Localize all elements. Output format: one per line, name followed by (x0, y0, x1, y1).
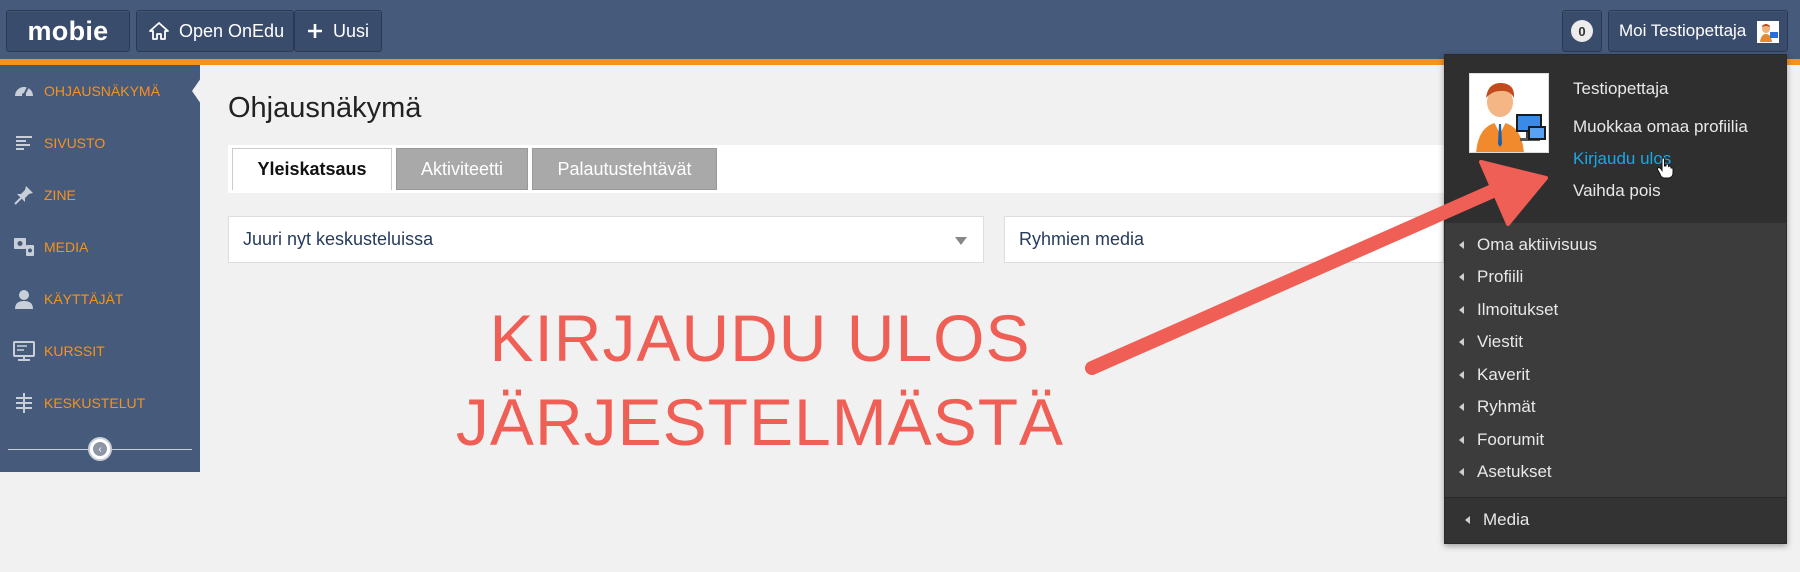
sidebar-item-label: MEDIA (44, 239, 89, 255)
hand-cursor-icon (1656, 157, 1674, 179)
logo[interactable]: mobie (6, 10, 130, 52)
menu-item-label: Foorumit (1477, 430, 1545, 449)
menu-item-viestit[interactable]: Viestit (1459, 332, 1523, 352)
menu-item-label: Profiili (1477, 267, 1524, 286)
sidebar-item-keskustelut[interactable]: KESKUSTELUT (0, 377, 200, 429)
menu-item-profiili[interactable]: Profiili (1459, 267, 1523, 287)
sidebar-item-label: ZINE (44, 187, 76, 203)
caret-left-icon (1465, 516, 1470, 524)
sidebar-item-label: KÄYTTÄJÄT (44, 291, 124, 307)
media-icon (12, 235, 36, 259)
home-icon (149, 21, 169, 41)
caret-left-icon (1459, 273, 1464, 281)
page-title: Ohjausnäkymä (228, 92, 422, 124)
new-label: Uusi (333, 20, 370, 41)
plus-icon (307, 23, 323, 39)
new-button[interactable]: Uusi (294, 10, 382, 52)
panel-group-media[interactable]: Ryhmien media (1004, 216, 1444, 263)
user-dropdown-menu: Testiopettaja Muokkaa omaa profiilia Kir… (1444, 54, 1787, 544)
sidebar-item-kayttajat[interactable]: KÄYTTÄJÄT (0, 273, 200, 325)
dropdown-bottom-section: Media (1445, 498, 1786, 543)
caret-left-icon (1459, 468, 1464, 476)
dropdown-profile-section: Testiopettaja Muokkaa omaa profiilia Kir… (1445, 55, 1786, 223)
caret-left-icon (1459, 436, 1464, 444)
menu-item-ryhmat[interactable]: Ryhmät (1459, 397, 1536, 417)
panel-title: Ryhmien media (1019, 229, 1145, 249)
caret-left-icon (1459, 241, 1464, 249)
annotation-line-2: JÄRJESTELMÄSTÄ (455, 385, 1065, 459)
open-onedu-label: Open OnEdu (179, 20, 285, 41)
user-avatar-small-icon (1757, 21, 1779, 43)
tab-bar: Yleiskatsaus Aktiviteetti Palautustehtäv… (228, 145, 1498, 193)
caret-left-icon (1459, 403, 1464, 411)
switch-user-link[interactable]: Vaihda pois (1573, 181, 1661, 201)
sidebar: OHJAUSNÄKYMÄ SIVUSTO ZINE MEDIA KÄYTTÄJÄ… (0, 65, 201, 472)
menu-item-label: Media (1483, 510, 1530, 529)
menu-item-label: Ilmoitukset (1477, 300, 1559, 319)
menu-item-oma-aktiivisuus[interactable]: Oma aktiivisuus (1459, 235, 1597, 255)
caret-down-icon[interactable] (955, 237, 967, 245)
sidebar-item-zine[interactable]: ZINE (0, 169, 200, 221)
sidebar-item-label: KESKUSTELUT (44, 395, 146, 411)
sidebar-item-ohjausnakyma[interactable]: OHJAUSNÄKYMÄ (0, 65, 201, 117)
user-menu-button[interactable]: Moi Testiopettaja (1608, 10, 1788, 52)
menu-item-label: Ryhmät (1477, 397, 1536, 416)
menu-item-foorumit[interactable]: Foorumit (1459, 430, 1544, 450)
open-onedu-button[interactable]: Open OnEdu (136, 10, 294, 52)
caret-left-icon (1459, 371, 1464, 379)
sidebar-item-kurssit[interactable]: KURSSIT (0, 325, 200, 377)
menu-item-label: Kaverit (1477, 365, 1530, 384)
sidebar-item-sivusto[interactable]: SIVUSTO (0, 117, 200, 169)
site-icon (12, 131, 36, 155)
active-indicator (192, 78, 201, 104)
dashboard-icon (12, 79, 36, 103)
caret-left-icon (1459, 338, 1464, 346)
sidebar-item-media[interactable]: MEDIA (0, 221, 200, 273)
discussion-icon (12, 391, 36, 415)
user-greeting: Moi Testiopettaja (1619, 21, 1747, 40)
sidebar-item-label: OHJAUSNÄKYMÄ (44, 83, 160, 99)
notifications-button[interactable]: 0 (1562, 10, 1602, 52)
notification-count-badge: 0 (1571, 20, 1593, 42)
sidebar-item-label: KURSSIT (44, 343, 105, 359)
annotation-text: KIRJAUDU ULOS JÄRJESTELMÄSTÄ (410, 296, 1110, 464)
edit-profile-link[interactable]: Muokkaa omaa profiilia (1573, 117, 1748, 137)
tab-palautustehtavat[interactable]: Palautustehtävät (532, 148, 717, 190)
sidebar-collapse-button[interactable]: ‹ (88, 437, 112, 461)
annotation-line-1: KIRJAUDU ULOS (489, 301, 1031, 375)
avatar[interactable] (1469, 73, 1549, 153)
chevron-left-icon: ‹ (93, 442, 107, 456)
menu-item-asetukset[interactable]: Asetukset (1459, 462, 1552, 482)
panel-discussions[interactable]: Juuri nyt keskusteluissa (228, 216, 984, 263)
profile-name-link[interactable]: Testiopettaja (1573, 79, 1668, 99)
menu-item-label: Asetukset (1477, 462, 1552, 481)
course-icon (12, 339, 36, 363)
tab-aktiviteetti[interactable]: Aktiviteetti (396, 148, 528, 190)
menu-item-label: Oma aktiivisuus (1477, 235, 1597, 254)
sidebar-item-label: SIVUSTO (44, 135, 106, 151)
menu-item-media[interactable]: Media (1465, 510, 1529, 530)
pin-icon (12, 183, 36, 207)
menu-item-kaverit[interactable]: Kaverit (1459, 365, 1530, 385)
menu-item-ilmoitukset[interactable]: Ilmoitukset (1459, 300, 1558, 320)
user-icon (12, 287, 36, 311)
panel-title: Juuri nyt keskusteluissa (243, 229, 434, 249)
tab-yleiskatsaus[interactable]: Yleiskatsaus (232, 148, 392, 190)
caret-left-icon (1459, 306, 1464, 314)
menu-item-label: Viestit (1477, 332, 1523, 351)
top-bar: mobie Open OnEdu Uusi 0 Moi Testiopettaj… (0, 0, 1800, 59)
